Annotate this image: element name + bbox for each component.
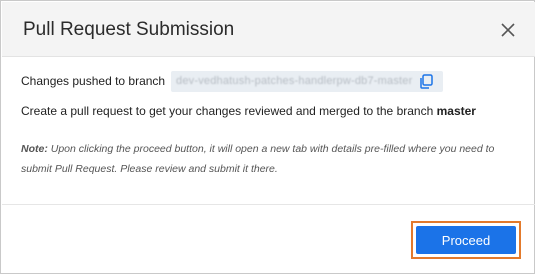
- pull-request-dialog: Pull Request Submission Changes pushed t…: [0, 0, 535, 274]
- proceed-button[interactable]: Proceed: [416, 226, 516, 254]
- proceed-focus-outline: Proceed: [411, 221, 521, 259]
- dialog-title: Pull Request Submission: [23, 19, 235, 40]
- note-label: Note:: [21, 143, 48, 155]
- footer-divider: [2, 204, 535, 205]
- close-icon[interactable]: [498, 20, 518, 40]
- branch-chip: dev-vedhatush-patches-handlerpw-db7-mast…: [171, 71, 443, 92]
- branch-label: Changes pushed to branch: [21, 74, 166, 88]
- note-text: Upon clicking the proceed button, it wil…: [21, 143, 495, 175]
- target-branch: master: [436, 104, 476, 118]
- copy-icon[interactable]: [418, 73, 435, 90]
- note: Note: Upon clicking the proceed button, …: [21, 139, 521, 179]
- description: Create a pull request to get your change…: [21, 104, 476, 118]
- branch-name: dev-vedhatush-patches-handlerpw-db7-mast…: [176, 75, 413, 87]
- dialog-header: Pull Request Submission: [2, 2, 535, 57]
- description-text: Create a pull request to get your change…: [21, 104, 437, 118]
